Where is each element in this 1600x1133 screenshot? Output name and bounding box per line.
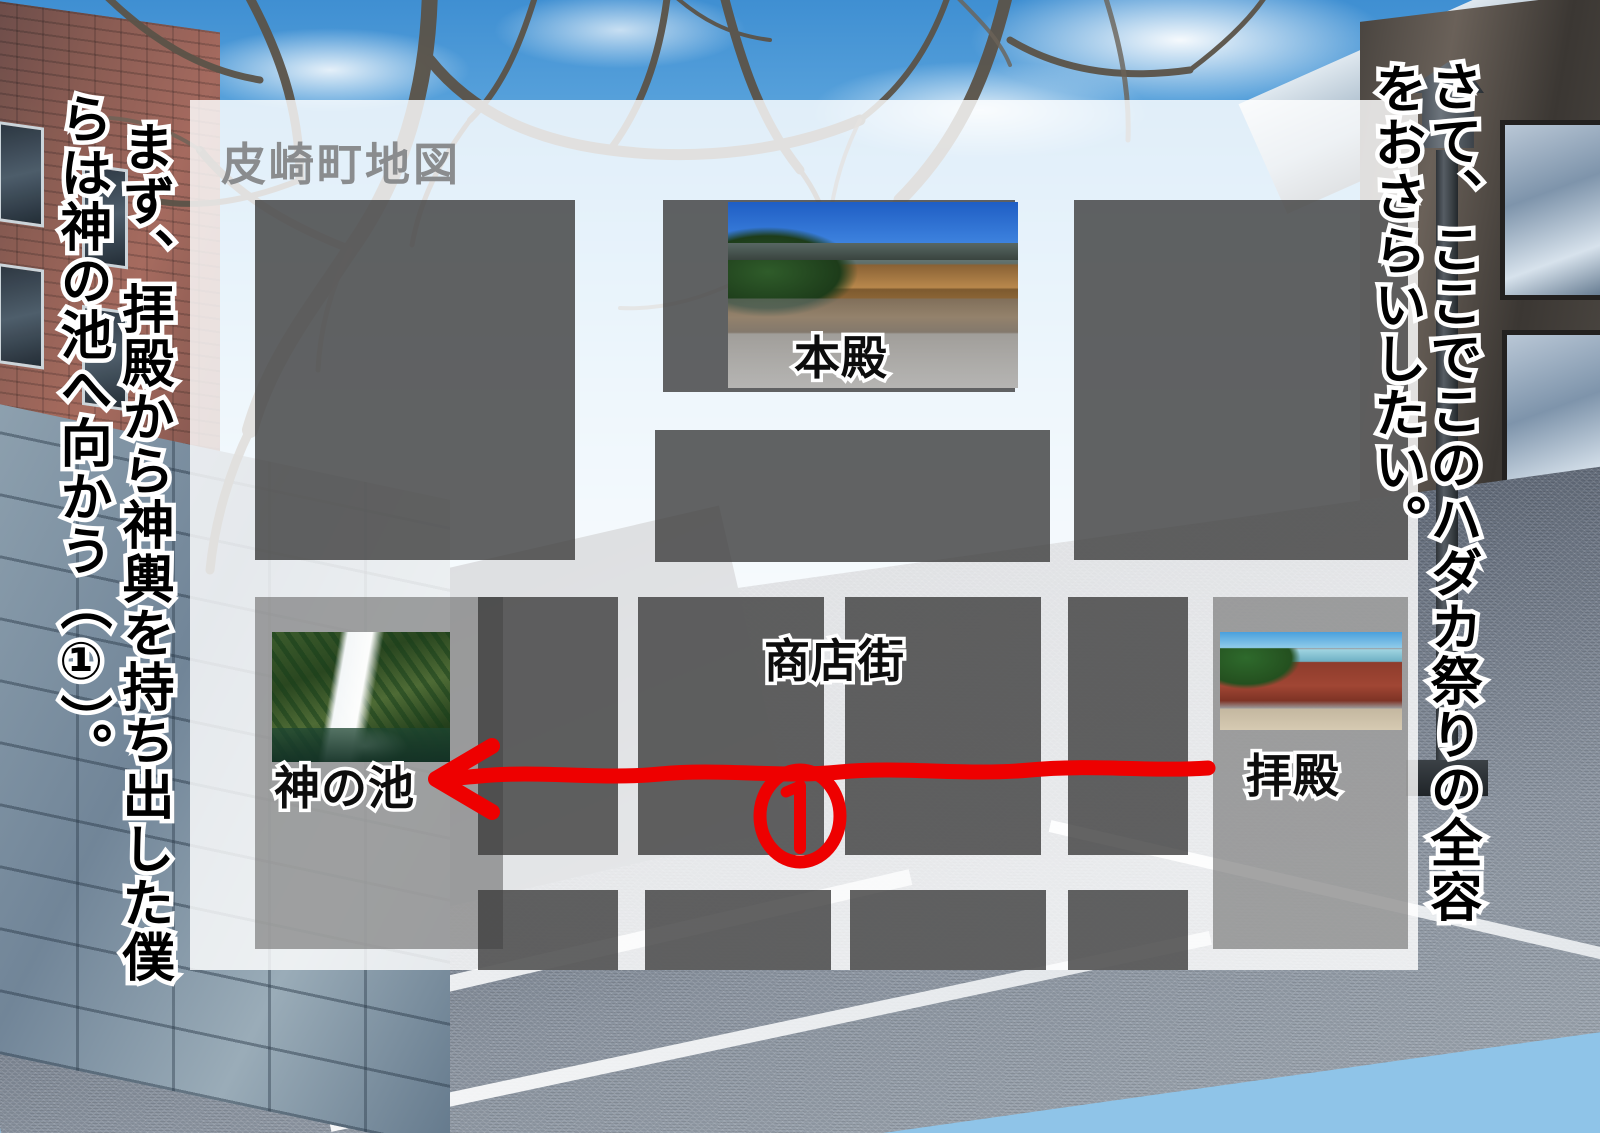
map-block-r1c1 [255,200,575,560]
map-block-r1c3 [1074,200,1408,560]
map-label-shotengai: 商店街 [761,631,908,692]
map-title: 皮崎町地図 [221,138,462,191]
background-brick-window-1 [0,121,44,228]
background-shop-window-upper [1500,120,1600,300]
kaminoike-thumbnail [272,632,450,762]
map-label-honden: 本殿 [791,328,891,389]
narration-left-column-1: まず、拝殿から神輿を持ち出した僕 [109,116,178,989]
narration-left-column-2: らは神の池へ向かう（①）。 [47,88,116,781]
map-block-r3c2 [478,597,618,855]
map-block-r3c5 [1068,597,1188,855]
scene-root: 皮崎町地図 本殿 神の池 拝殿 商店街 さて、ここでこのハダカ祭りの全容 をおさ… [0,0,1600,1133]
map-label-haiden: 拝殿 [1243,746,1343,807]
background-brick-window-2 [0,263,44,370]
map-block-r4c2 [478,890,618,970]
narration-right-column-2: をおさらいしたい。 [1361,58,1430,553]
map-block-r4c4 [850,890,1046,970]
map-label-kaminoike: 神の池 [271,758,418,819]
map-block-r4c5 [1068,890,1188,970]
narration-right-column-1: さて、ここでこのハダカ祭りの全容 [1417,56,1486,929]
map-block-r2-center [655,430,1050,562]
haiden-thumbnail [1220,632,1402,730]
map-block-r4c3 [645,890,831,970]
town-map-panel: 皮崎町地図 本殿 神の池 拝殿 商店街 [190,100,1418,970]
